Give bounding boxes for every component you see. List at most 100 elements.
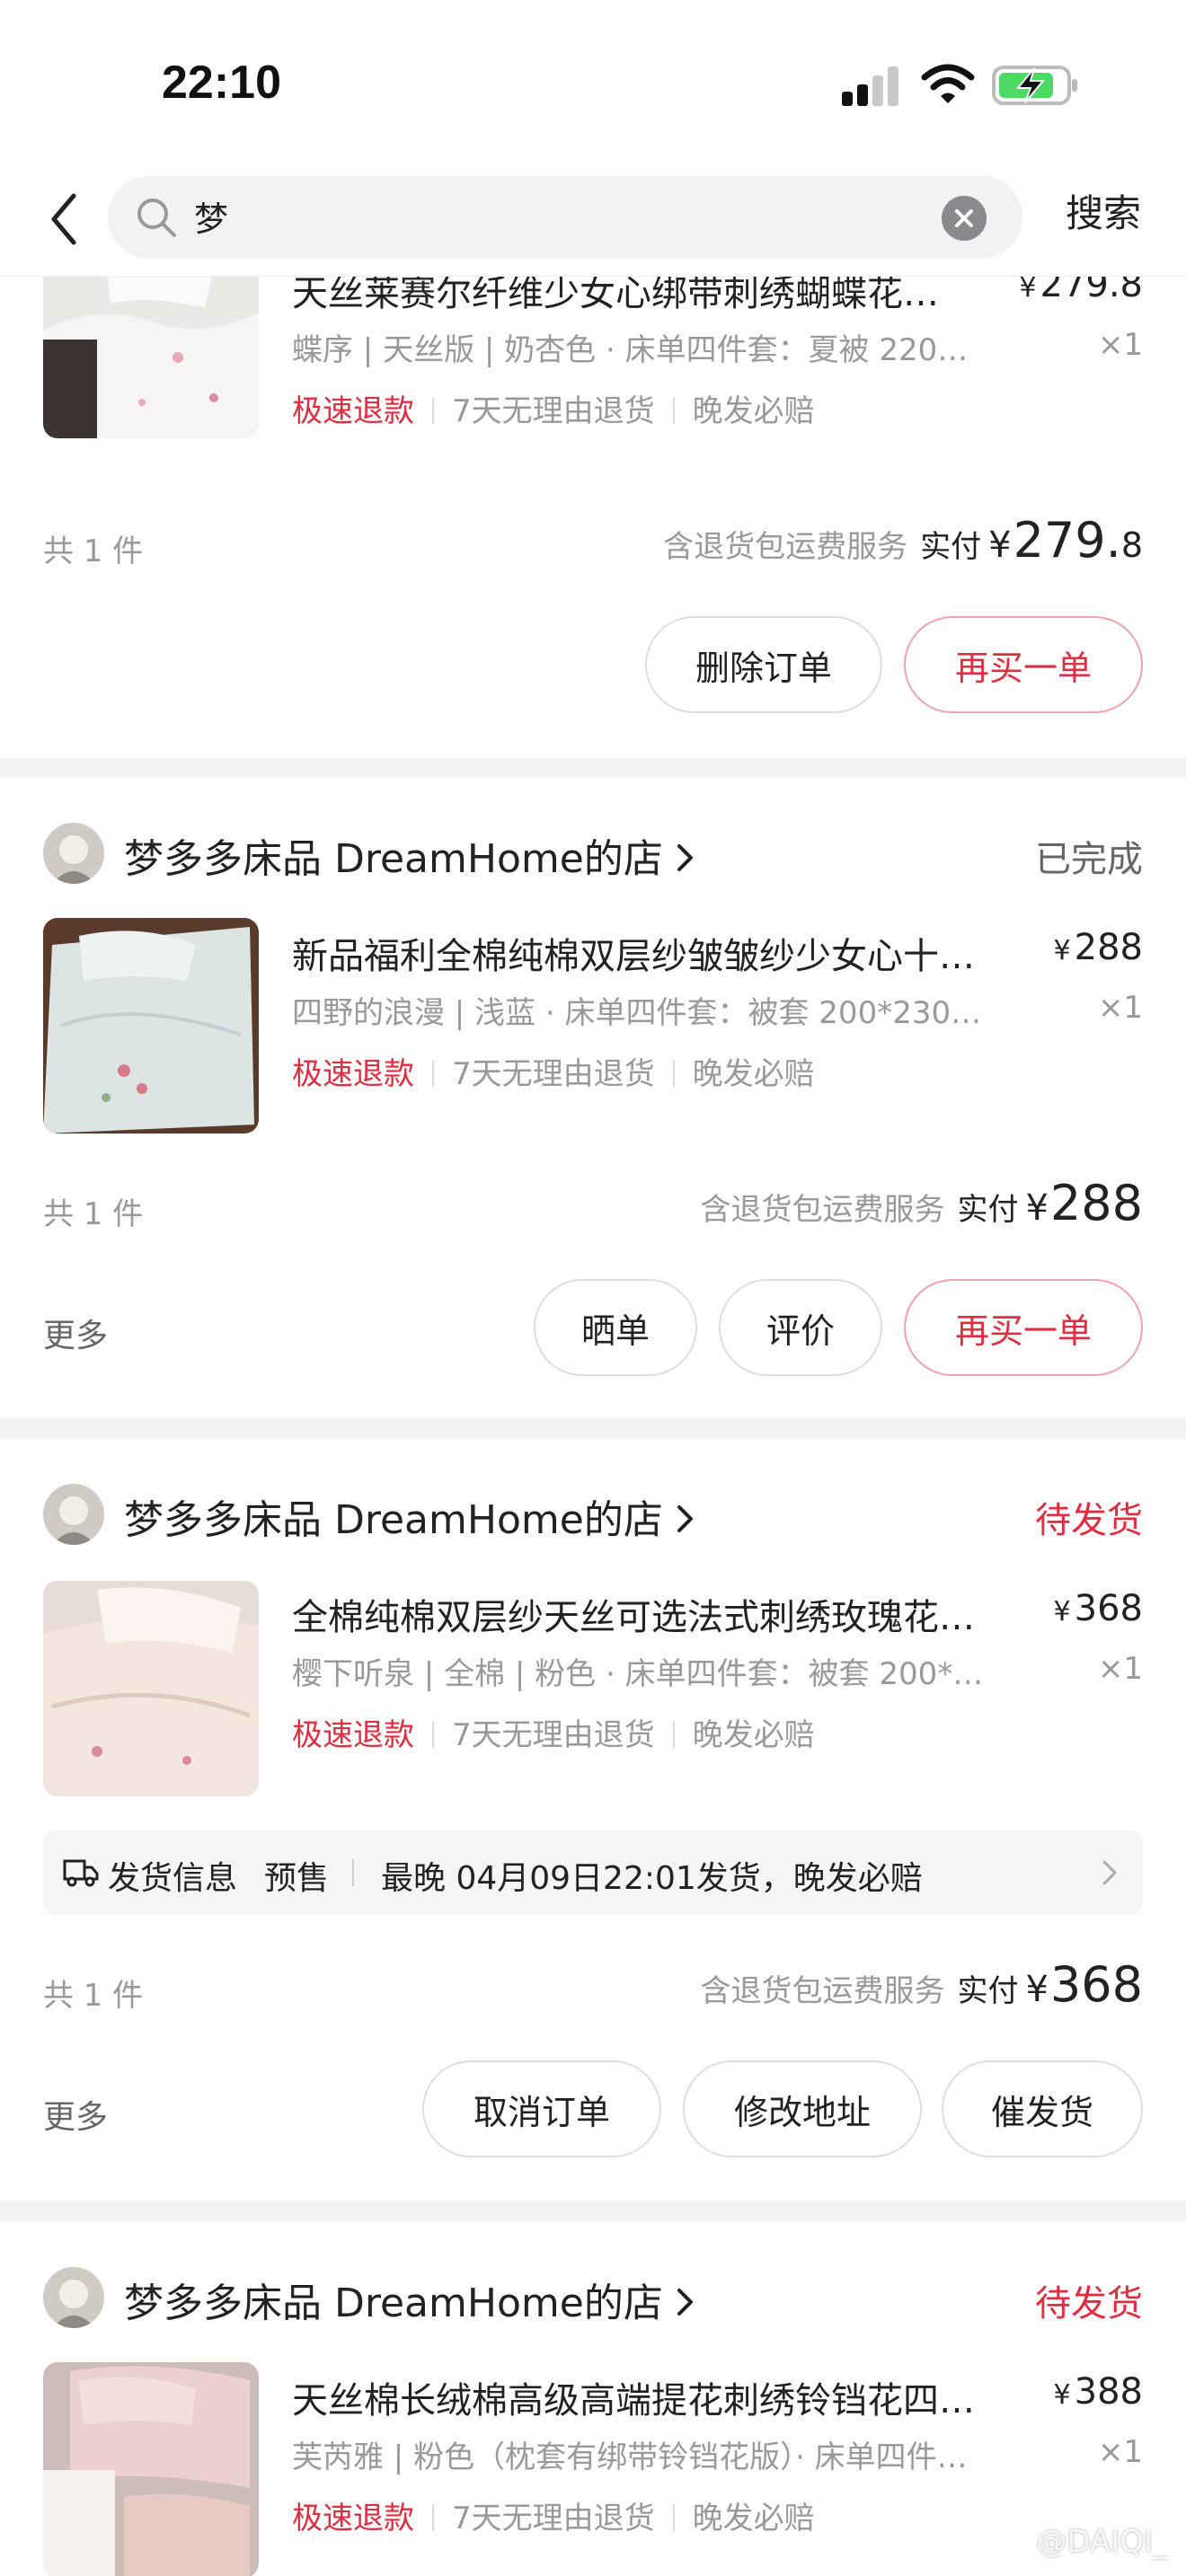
battery-charging-icon — [992, 66, 1077, 105]
wifi-icon — [921, 64, 975, 103]
product-quantity: ×1 — [1097, 1651, 1143, 1687]
tag-divider — [432, 1059, 434, 1087]
cellular-signal-icon — [842, 66, 898, 106]
buy-again-button[interactable]: 再买一单 — [904, 616, 1143, 713]
service-tags: 极速退款 7天无理由退货 晚发必赔 — [292, 2493, 815, 2537]
chevron-right-icon — [677, 844, 693, 871]
product-price: ¥288 — [1054, 927, 1143, 968]
tag-divider — [432, 396, 434, 424]
shipping-divider — [352, 1859, 354, 1886]
yen-symbol: ¥ — [1025, 1187, 1049, 1229]
order-summary: 共 1 件 含退货包运费服务 实付 ¥368 — [43, 1956, 1143, 2019]
tag-divider — [672, 2503, 675, 2531]
return-shipping-note: 含退货包运费服务 — [700, 1192, 945, 1228]
shop-avatar[interactable] — [43, 1484, 104, 1545]
urge-shipping-button[interactable]: 催发货 — [942, 2060, 1143, 2157]
paid-label: 实付 — [920, 529, 982, 565]
yen-symbol: ¥ — [1025, 1969, 1049, 2010]
return-shipping-note: 含退货包运费服务 — [700, 1973, 945, 2009]
order-card: 梦多多床品 DreamHome的店 待发货 全棉纯棉双层纱天丝可选法式刺绣玫瑰花… — [0, 1439, 1186, 2201]
chevron-right-icon — [677, 2289, 693, 2316]
tag-fast-refund: 极速退款 — [292, 2501, 414, 2536]
product-quantity: ×1 — [1097, 2434, 1143, 2470]
product-price: ¥368 — [1054, 1588, 1143, 1629]
product-thumbnail[interactable] — [43, 1581, 259, 1796]
item-count: 共 1 件 — [43, 534, 144, 569]
product-title[interactable]: 新品福利全棉纯棉双层纱皱皱纱少女心十… — [292, 927, 1002, 979]
tag-7day-return: 7天无理由退货 — [452, 2501, 655, 2536]
paid-amount: 368 — [1049, 1956, 1143, 2013]
paid-amount: 288 — [1049, 1175, 1143, 1231]
clear-search-icon[interactable] — [942, 196, 987, 241]
cancel-order-button[interactable]: 取消订单 — [422, 2060, 661, 2157]
tag-late-compensation: 晚发必赔 — [692, 1717, 815, 1753]
buy-again-button[interactable]: 再买一单 — [904, 1279, 1143, 1376]
shop-header: 梦多多床品 DreamHome的店 已完成 — [43, 817, 1143, 889]
yen-symbol: ¥ — [1053, 935, 1071, 966]
order-summary: 共 1 件 含退货包运费服务 实付 ¥288 — [43, 1175, 1143, 1238]
service-tags: 极速退款 7天无理由退货 晚发必赔 — [292, 386, 815, 430]
tag-7day-return: 7天无理由退货 — [452, 1717, 655, 1753]
truck-icon — [63, 1859, 99, 1887]
product-price: ¥388 — [1054, 2371, 1143, 2413]
product-spec: 芙芮雅 | 粉色（枕套有绑带铃铛花版）· 床单四件… — [292, 2439, 968, 2475]
service-tags: 极速退款 7天无理由退货 晚发必赔 — [292, 1710, 815, 1754]
tag-late-compensation: 晚发必赔 — [692, 1056, 815, 1092]
paid-amount: 279. — [1013, 512, 1121, 569]
shop-avatar[interactable] — [43, 2267, 104, 2328]
shipping-info-bar[interactable]: 发货信息 预售 最晚 04月09日22:01发货，晚发必赔 — [43, 1831, 1143, 1915]
price-value: 368 — [1074, 1588, 1143, 1629]
shipping-info-label: 发货信息 — [108, 1860, 238, 1897]
rate-button[interactable]: 评价 — [719, 1279, 882, 1376]
search-icon — [137, 198, 176, 237]
search-header: 搜索 — [0, 171, 1186, 277]
tag-divider — [432, 1720, 434, 1748]
price-value: 388 — [1074, 2371, 1143, 2413]
shop-header: 梦多多床品 DreamHome的店 待发货 — [43, 2262, 1143, 2333]
back-arrow-icon[interactable] — [47, 190, 83, 248]
product-thumbnail[interactable] — [43, 918, 259, 1134]
chevron-right-icon — [1102, 1860, 1117, 1885]
shop-avatar[interactable] — [43, 823, 104, 884]
product-quantity: ×1 — [1097, 327, 1143, 363]
shop-name[interactable]: 梦多多床品 DreamHome的店 — [124, 1487, 695, 1545]
more-actions-link[interactable]: 更多 — [43, 2091, 108, 2138]
order-actions: 更多 晒单 评价 再买一单 — [43, 1279, 1143, 1378]
item-count: 共 1 件 — [43, 1978, 144, 2014]
search-box[interactable] — [108, 176, 1022, 259]
product-spec: 蝶序 | 天丝版 | 奶杏色 · 床单四件套：夏被 220… — [292, 332, 969, 368]
search-button[interactable]: 搜索 — [1040, 187, 1166, 241]
shop-header: 梦多多床品 DreamHome的店 待发货 — [43, 1478, 1143, 1550]
tag-fast-refund: 极速退款 — [292, 393, 414, 429]
product-title[interactable]: 天丝棉长绒棉高级高端提花刺绣铃铛花四… — [292, 2371, 1002, 2423]
shop-name[interactable]: 梦多多床品 DreamHome的店 — [124, 2271, 695, 2328]
product-thumbnail[interactable] — [43, 2362, 259, 2576]
item-count: 共 1 件 — [43, 1196, 144, 1232]
tag-fast-refund: 极速退款 — [292, 1717, 414, 1753]
presale-label: 预售 — [264, 1860, 330, 1897]
more-actions-link[interactable]: 更多 — [43, 1310, 108, 1356]
share-review-button[interactable]: 晒单 — [534, 1279, 697, 1376]
yen-symbol: ¥ — [1019, 272, 1037, 304]
payment-total: 含退货包运费服务 实付 ¥279.8 — [663, 512, 1143, 569]
order-status: 待发货 — [1035, 1500, 1143, 1541]
yen-symbol: ¥ — [988, 525, 1012, 566]
product-spec: 樱下听泉 | 全棉 | 粉色 · 床单四件套：被套 200*… — [292, 1656, 984, 1692]
tag-late-compensation: 晚发必赔 — [692, 393, 815, 429]
payment-total: 含退货包运费服务 实付 ¥368 — [700, 1956, 1143, 2013]
order-status: 已完成 — [1035, 839, 1143, 880]
shop-name[interactable]: 梦多多床品 DreamHome的店 — [124, 826, 695, 884]
shop-name-text: 梦多多床品 DreamHome的店 — [124, 836, 663, 882]
order-summary: 共 1 件 含退货包运费服务 实付 ¥279.8 — [43, 512, 1143, 575]
yen-symbol: ¥ — [1053, 2379, 1071, 2411]
search-input[interactable] — [194, 189, 931, 243]
order-status: 待发货 — [1035, 2283, 1143, 2325]
product-quantity: ×1 — [1097, 990, 1143, 1026]
shop-name-text: 梦多多床品 DreamHome的店 — [124, 1497, 663, 1543]
delete-order-button[interactable]: 删除订单 — [645, 616, 882, 713]
shop-name-text: 梦多多床品 DreamHome的店 — [124, 2280, 663, 2326]
order-card: 梦多多床品 DreamHome的店 待发货 天丝棉长绒棉高级高端提花刺绣铃铛花四… — [0, 2222, 1186, 2576]
price-value: 288 — [1074, 927, 1143, 968]
change-address-button[interactable]: 修改地址 — [683, 2060, 922, 2157]
product-title[interactable]: 全棉纯棉双层纱天丝可选法式刺绣玫瑰花… — [292, 1588, 1002, 1640]
